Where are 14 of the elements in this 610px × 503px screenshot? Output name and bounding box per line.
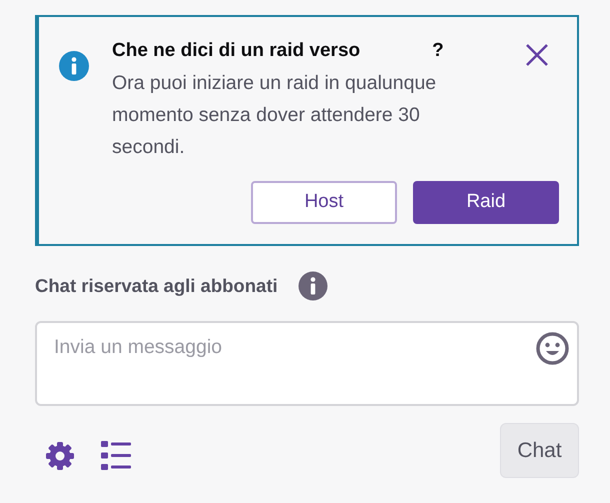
info-icon[interactable]: [298, 271, 328, 301]
notice-title-end: ?: [432, 39, 444, 63]
info-icon: [59, 51, 89, 81]
chat-button[interactable]: Chat: [500, 423, 579, 478]
host-button[interactable]: Host: [251, 181, 397, 224]
notice-message: Ora puoi iniziare un raid in qualunque momento senza dover attendere 30 secondi.: [112, 71, 438, 160]
settings-icon[interactable]: [45, 440, 75, 470]
chat-mode-label: Chat riservata agli abbonati: [35, 274, 278, 298]
close-button[interactable]: [525, 43, 549, 67]
raid-button[interactable]: Raid: [413, 181, 559, 224]
emoji-icon[interactable]: [536, 332, 569, 365]
notice-title: Che ne dici di un raid verso: [112, 39, 360, 63]
message-input[interactable]: Invia un messaggio: [35, 321, 579, 406]
list-icon[interactable]: [101, 441, 131, 470]
